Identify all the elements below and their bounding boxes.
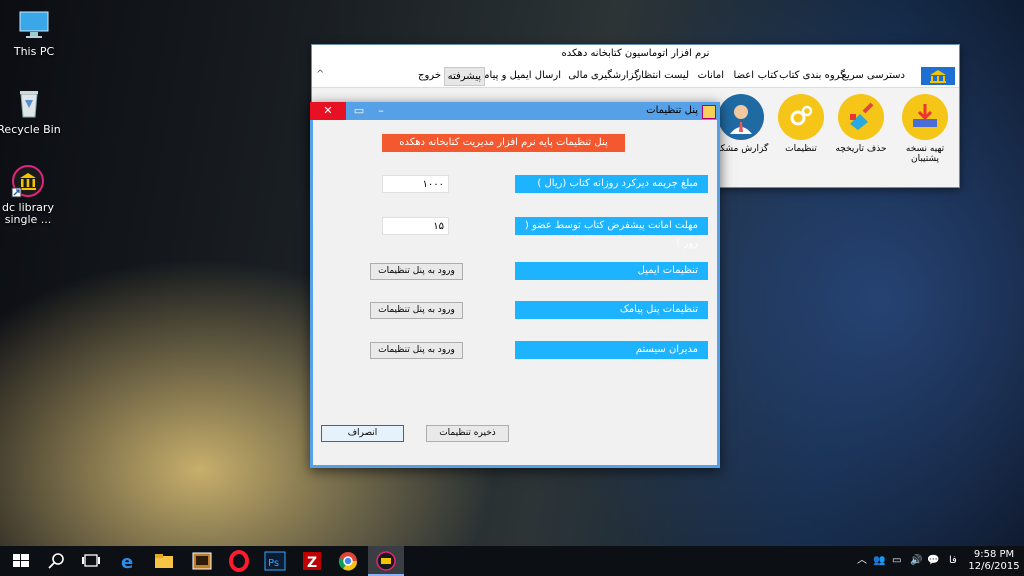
opera-browser-icon[interactable] [228,550,250,572]
clock[interactable]: 9:58 PM 12/6/2015 [968,549,1020,573]
clock-date: 12/6/2015 [968,561,1020,572]
menu-finance[interactable]: مالی [568,70,588,81]
support-agent-icon [718,94,764,140]
volume-icon[interactable]: 🔊 [910,546,922,576]
input-language-indicator[interactable]: فا [949,546,957,576]
app-window-icon [702,105,716,119]
broom-icon [838,94,884,140]
ribbon-label: تنظیمات [785,144,817,154]
desktop-icon-label: This PC [13,45,55,58]
dialog-body: پنل تنظیمات پایه نرم افزار مدیریت کتابخا… [313,120,717,465]
ribbon-clear-history-button[interactable]: حذف تاریخچه [833,94,889,154]
system-admins-label: مدیران سیستم [515,341,708,359]
cancel-button[interactable]: انصراف [321,425,404,442]
taskbar: e Ps Z ︿ 👥 ▭ 🔊 💬 فا 9:58 PM 12/6/2015 [0,546,1024,576]
settings-header-banner: پنل تنظیمات پایه نرم افزار مدیریت کتابخا… [382,134,625,152]
people-icon[interactable]: 👥 [873,546,885,576]
dialog-titlebar[interactable]: ✕ ▭ – پنل تنظیمات [310,102,720,120]
menu-advanced[interactable]: پیشرفته [443,67,485,86]
filezilla-icon[interactable]: Z [301,550,323,572]
backup-icon [902,94,948,140]
svg-text:e: e [121,552,133,572]
clock-time: 9:58 PM [973,549,1015,560]
menu-book-groups[interactable]: گروه بندی کتاب [779,70,845,81]
sms-settings-label: تنظیمات پنل پیامک [515,301,708,319]
menu-members[interactable]: اعضا [734,70,754,81]
menu-exit[interactable]: خروج [418,70,441,81]
recycle-bin-icon [12,86,46,120]
desktop-icon-this-pc[interactable]: This PC [2,8,66,58]
close-button[interactable]: ✕ [310,102,346,120]
media-app-icon[interactable] [191,550,213,572]
menu-loans[interactable]: امانات [698,70,724,81]
file-explorer-icon[interactable] [153,550,175,572]
loan-period-input[interactable] [382,217,449,235]
menu-reports[interactable]: گزارشگیری [591,70,639,81]
dialog-title: پنل تنظیمات [646,105,698,116]
windows-start-icon[interactable] [10,550,32,572]
desktop-icon-dc-library[interactable]: dc library single ... [0,164,60,226]
minimize-button[interactable]: – [368,102,394,120]
task-view-icon[interactable] [80,550,102,572]
edge-browser-icon[interactable]: e [117,550,139,573]
ribbon-settings-button[interactable]: تنظیمات [773,94,829,154]
library-app-icon [375,550,397,572]
ribbon-label: تهیه نسخه پشتیبان [905,144,945,164]
desktop-icon-label: Recycle Bin [0,123,61,136]
library-app-icon [11,164,45,198]
show-hidden-icons-chevron-icon[interactable]: ︿ [857,546,867,576]
ribbon-label: حذف تاریخچه [835,144,887,154]
active-app-highlight[interactable] [368,546,404,576]
app-logo-icon[interactable] [921,67,955,85]
menu-bar: ^ دسترسی سریع گروه بندی کتاب کتاب اعضا ا… [312,67,959,87]
fine-label: مبلغ جریمه دیرکرد روزانه کتاب (ریال ) [515,175,708,193]
computer-icon [17,8,51,42]
desktop-icon-label: dc library single ... [2,201,54,226]
menu-email-sms[interactable]: ارسال ایمیل و پیامک [475,70,561,81]
notification-icon[interactable]: 💬 [927,546,939,576]
fine-amount-input[interactable] [382,175,449,193]
loan-period-label: مهلت امانت پیشفرض کتاب توسط عضو ( روز ) [515,217,708,249]
search-icon[interactable] [46,550,68,572]
desktop-icon-recycle-bin[interactable]: Recycle Bin [0,86,61,136]
ribbon-report-problem-button[interactable]: گزارش مشکل [713,94,769,154]
enter-sms-settings-button[interactable]: ورود به پنل تنظیمات [370,302,463,319]
svg-text:Z: Z [307,555,317,571]
window-title: نرم افزار اتوماسیون کتابخانه دهکده [561,48,710,59]
enter-email-settings-button[interactable]: ورود به پنل تنظیمات [370,263,463,280]
menu-books[interactable]: کتاب [758,70,778,81]
battery-icon[interactable]: ▭ [892,546,901,576]
svg-text:Ps: Ps [268,558,279,569]
save-settings-button[interactable]: ذخیره تنظیمات [426,425,509,442]
enter-admins-settings-button[interactable]: ورود به پنل تنظیمات [370,342,463,359]
menu-waiting-list[interactable]: لیست انتظار [636,70,689,81]
ribbon-label: گزارش مشکل [713,144,769,154]
menu-quick-access[interactable]: دسترسی سریع [842,70,905,81]
email-settings-label: تنظیمات ایمیل [515,262,708,280]
ribbon-backup-button[interactable]: تهیه نسخه پشتیبان [897,94,953,164]
settings-dialog: ✕ ▭ – پنل تنظیمات پنل تنظیمات پایه نرم ا… [310,102,720,468]
collapse-ribbon-button[interactable]: ^ [316,69,324,80]
photoshop-icon[interactable]: Ps [264,550,286,572]
gears-icon [778,94,824,140]
chrome-browser-icon[interactable] [337,550,359,572]
